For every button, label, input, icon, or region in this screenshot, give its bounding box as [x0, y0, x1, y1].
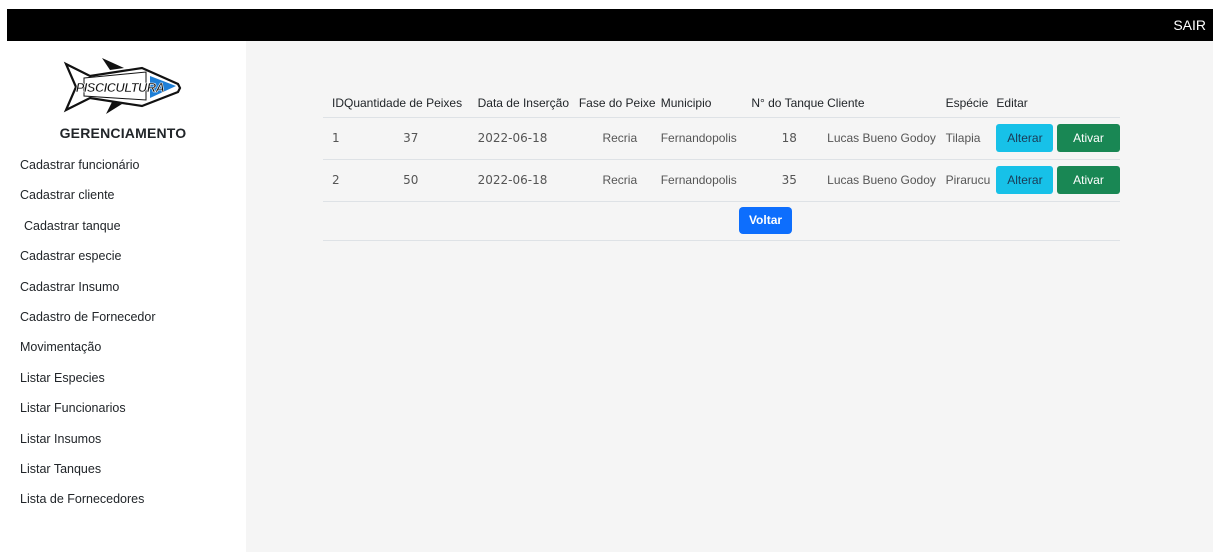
cell-data: 2022-06-18 [477, 117, 579, 160]
sidebar-item-cadastrar-cliente[interactable]: Cadastrar cliente [20, 187, 156, 217]
cell-fase: Recria [578, 117, 661, 160]
logout-link[interactable]: SAIR [1173, 17, 1206, 33]
col-header-municipio: Municipio [660, 89, 752, 118]
logo-wordmark: PISCICULTURA [76, 80, 165, 95]
brand-title: GERENCIAMENTO [59, 125, 187, 141]
sidebar-item-listar-insumos[interactable]: Listar Insumos [20, 431, 156, 461]
sidebar-item-cadastrar-tanque[interactable]: Cadastrar tanque [20, 218, 156, 248]
cell-id: 2 [323, 159, 344, 202]
sidebar-item-listar-especies[interactable]: Listar Especies [20, 370, 156, 400]
cell-especie: Pirarucu [945, 159, 997, 202]
col-header-quantidade: Quantidade de Peixes [344, 89, 478, 118]
alterar-button[interactable]: Alterar [996, 124, 1054, 152]
table-footer-row: Voltar [323, 201, 1120, 241]
cell-data: 2022-06-18 [477, 159, 579, 202]
table-row: 1 37 2022-06-18 Recria Fernandopolis 18 … [323, 117, 1120, 160]
main-content: ID Quantidade de Peixes Data de Inserção… [246, 41, 1213, 552]
sidebar-item-lista-fornecedores[interactable]: Lista de Fornecedores [20, 491, 156, 521]
sidebar-nav: Cadastrar funcionário Cadastrar cliente … [20, 157, 156, 522]
table-header-row: ID Quantidade de Peixes Data de Inserção… [323, 89, 1120, 118]
top-navbar: SAIR [7, 9, 1213, 41]
col-header-cliente: Cliente [827, 89, 946, 118]
col-header-editar: Editar [996, 89, 1057, 118]
cell-quantidade: 37 [344, 117, 478, 160]
voltar-button[interactable]: Voltar [739, 207, 792, 234]
col-header-id: ID [323, 89, 344, 118]
sidebar-item-listar-funcionarios[interactable]: Listar Funcionarios [20, 400, 156, 430]
cell-fase: Recria [578, 159, 661, 202]
col-header-tanque: N° do Tanque [751, 89, 828, 118]
cell-cliente: Lucas Bueno Godoy [827, 117, 946, 160]
sidebar-item-cadastro-fornecedor[interactable]: Cadastro de Fornecedor [20, 309, 156, 339]
cell-quantidade: 50 [344, 159, 478, 202]
col-header-fase: Fase do Peixe [578, 89, 661, 118]
col-header-especie: Espécie [945, 89, 997, 118]
cell-tanque: 18 [751, 117, 828, 160]
cell-edit: Alterar [996, 159, 1057, 202]
cell-action: Ativar [1057, 117, 1120, 160]
lots-table: ID Quantidade de Peixes Data de Inserção… [323, 89, 1120, 202]
sidebar-item-listar-tanques[interactable]: Listar Tanques [20, 461, 156, 491]
col-header-data: Data de Inserção [477, 89, 579, 118]
col-header-actions [1057, 89, 1120, 118]
sidebar-item-cadastrar-insumo[interactable]: Cadastrar Insumo [20, 279, 156, 309]
cell-especie: Tilapia [945, 117, 997, 160]
sidebar: PISCICULTURA GERENCIAMENTO Cadastrar fun… [0, 41, 246, 552]
sidebar-item-movimentacao[interactable]: Movimentação [20, 339, 156, 369]
cell-action: Ativar [1057, 159, 1120, 202]
cell-municipio: Fernandopolis [660, 117, 752, 160]
sidebar-item-cadastrar-especie[interactable]: Cadastrar especie [20, 248, 156, 278]
cell-id: 1 [323, 117, 344, 160]
ativar-button[interactable]: Ativar [1057, 124, 1120, 152]
alterar-button[interactable]: Alterar [996, 166, 1054, 194]
cell-tanque: 35 [751, 159, 828, 202]
cell-municipio: Fernandopolis [660, 159, 752, 202]
cell-cliente: Lucas Bueno Godoy [827, 159, 946, 202]
sidebar-item-cadastrar-funcionario[interactable]: Cadastrar funcionário [20, 157, 156, 187]
fish-logo-icon: PISCICULTURA [63, 58, 182, 114]
cell-edit: Alterar [996, 117, 1057, 160]
table-row: 2 50 2022-06-18 Recria Fernandopolis 35 … [323, 159, 1120, 202]
piscicultura-logo: PISCICULTURA [62, 54, 186, 118]
ativar-button[interactable]: Ativar [1057, 166, 1120, 194]
